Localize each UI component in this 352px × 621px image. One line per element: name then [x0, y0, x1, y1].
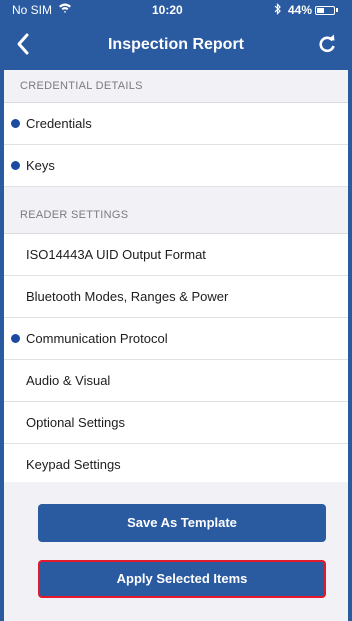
list-item-audio-visual[interactable]: Audio & Visual — [4, 360, 348, 402]
selected-dot-icon — [11, 161, 20, 170]
list-item-label: ISO14443A UID Output Format — [26, 247, 206, 262]
page-title: Inspection Report — [107, 36, 244, 53]
battery-level-fill — [317, 8, 324, 13]
apply-selected-items-button[interactable]: Apply Selected Items — [38, 560, 326, 598]
list-item-label: Optional Settings — [26, 415, 126, 430]
list-item-label: Bluetooth Modes, Ranges & Power — [26, 289, 229, 304]
app-screen: No SIM 10:20 44% Inspection Report CREDE… — [4, 0, 348, 621]
list-item-credentials[interactable]: Credentials — [4, 103, 348, 145]
selected-dot-icon — [11, 334, 20, 343]
list-item-label: Keys — [26, 158, 55, 173]
list-item-communication-protocol[interactable]: Communication Protocol — [4, 318, 348, 360]
navigation-bar: Inspection Report — [4, 20, 348, 70]
list-item-label: Communication Protocol — [26, 331, 168, 346]
list-item-keypad-settings[interactable]: Keypad Settings — [4, 444, 348, 486]
list-item-bluetooth-modes[interactable]: Bluetooth Modes, Ranges & Power — [4, 276, 348, 318]
settings-list: CREDENTIAL DETAILS Credentials Keys READ… — [4, 70, 348, 486]
battery-tip — [336, 8, 338, 12]
status-time: 10:20 — [152, 3, 183, 17]
list-item-label: Audio & Visual — [26, 373, 111, 388]
battery-icon — [315, 6, 335, 15]
section-header-reader-settings: READER SETTINGS — [4, 187, 348, 234]
list-item-optional-settings[interactable]: Optional Settings — [4, 402, 348, 444]
save-as-template-button[interactable]: Save As Template — [38, 504, 326, 542]
wifi-icon — [58, 2, 72, 17]
selected-dot-icon — [11, 119, 20, 128]
refresh-icon[interactable] — [316, 32, 338, 56]
action-buttons-area: Save As Template Apply Selected Items — [4, 482, 348, 621]
status-bar: No SIM 10:20 44% — [4, 0, 348, 20]
list-item-keys[interactable]: Keys — [4, 145, 348, 187]
carrier-label: No SIM — [12, 3, 53, 17]
list-item-label: Keypad Settings — [26, 457, 121, 472]
section-header-credential-details: CREDENTIAL DETAILS — [4, 70, 348, 103]
battery-percent: 44% — [288, 3, 313, 17]
list-item-uid-output-format[interactable]: ISO14443A UID Output Format — [4, 234, 348, 276]
list-item-label: Credentials — [26, 116, 92, 131]
bluetooth-icon — [274, 3, 282, 18]
